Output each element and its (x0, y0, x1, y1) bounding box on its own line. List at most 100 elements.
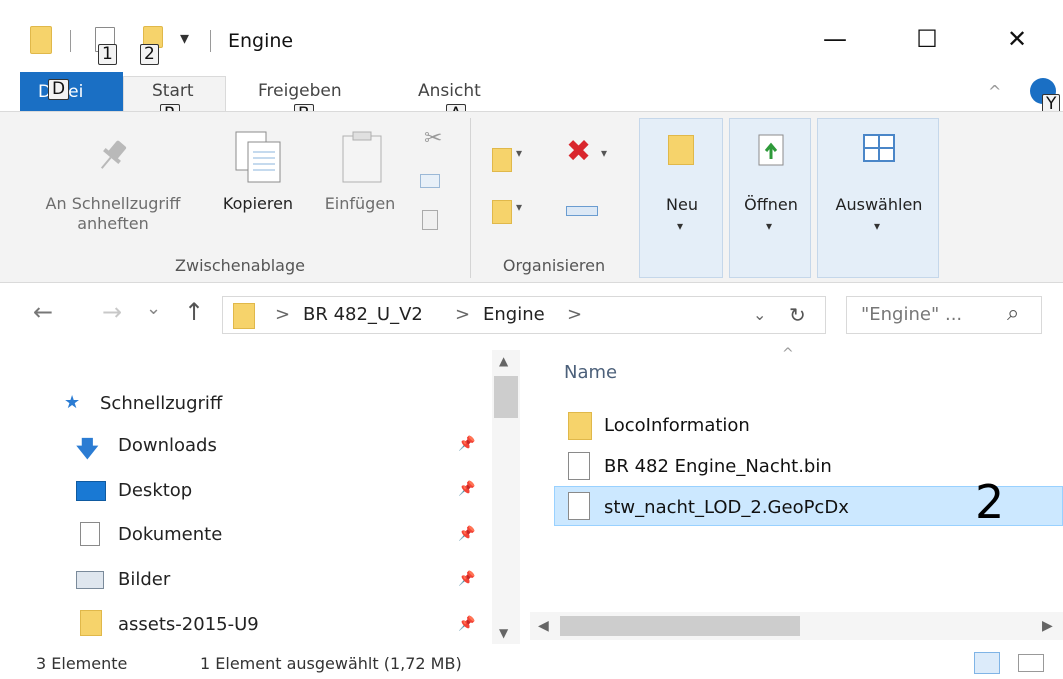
new-folder-icon (668, 135, 694, 165)
back-button[interactable]: ← (33, 298, 53, 326)
pin-icon[interactable]: 📌 (458, 571, 475, 587)
search-icon: ⌕ (1007, 301, 1020, 326)
title-bar: 1 2 ▾ Engine — ☐ ✕ (0, 0, 1063, 72)
close-button[interactable]: ✕ (997, 24, 1037, 54)
move-to-dropdown-icon[interactable]: ▾ (516, 146, 522, 160)
folder-icon (30, 26, 52, 54)
rename-icon[interactable] (566, 206, 598, 216)
paste-icon (342, 131, 382, 183)
selection-info: 1 Element ausgewählt (1,72 MB) (200, 654, 462, 673)
new-button[interactable]: Neu ▾ (639, 118, 723, 278)
file-item[interactable]: LocoInformation (604, 414, 750, 438)
file-item[interactable]: BR 482 Engine_Nacht.bin (604, 455, 832, 479)
ribbon-group-divider (470, 118, 471, 278)
tab-file[interactable]: Datei (20, 72, 123, 112)
nav-scrollbar[interactable]: ▲ ▼ (492, 350, 520, 644)
column-header-name[interactable]: Name (564, 362, 617, 383)
clipboard-group-label: Zwischenablage (175, 256, 305, 275)
open-button-label: Öffnen (744, 195, 798, 214)
scroll-down-arrow[interactable]: ▼ (499, 626, 508, 640)
copy-to-icon[interactable] (492, 200, 512, 224)
new-dropdown-icon: ▾ (677, 219, 684, 233)
address-history-dropdown[interactable]: ⌄ (753, 305, 766, 324)
desktop-icon (76, 481, 106, 501)
paste-shortcut-icon[interactable] (422, 210, 438, 230)
ribbon: An Schnellzugriff anheften Kopieren Einf… (0, 111, 1063, 283)
customize-toolbar-dropdown[interactable]: ▾ (180, 28, 189, 49)
pin-to-quick-access-button[interactable]: An Schnellzugriff anheften (20, 194, 206, 234)
select-button[interactable]: Auswählen ▾ (817, 118, 939, 278)
status-bar: 3 Elemente 1 Element ausgewählt (1,72 MB… (0, 646, 1063, 679)
folder-icon (568, 412, 592, 440)
copy-button[interactable]: Kopieren (210, 194, 306, 214)
up-button[interactable]: ↑ (184, 298, 204, 326)
nav-item-quick-access[interactable]: Schnellzugriff (100, 392, 222, 416)
nav-item-documents[interactable]: Dokumente (118, 523, 222, 547)
window-title: Engine (228, 30, 294, 52)
delete-icon[interactable]: ✖ (566, 134, 591, 169)
navigation-pane: ★ Schnellzugriff 🡇 Downloads 📌 Desktop 📌… (0, 340, 524, 646)
scrollbar-thumb[interactable] (560, 616, 800, 636)
copy-path-icon[interactable] (420, 174, 440, 188)
details-view-icon[interactable] (974, 652, 1000, 674)
breadcrumb-separator[interactable]: > (567, 297, 582, 333)
search-placeholder: "Engine" ... (861, 304, 963, 325)
nav-item-downloads[interactable]: Downloads (118, 434, 217, 458)
tab-share[interactable]: Freigeben (258, 79, 342, 103)
breadcrumb-item[interactable]: BR 482_U_V2 (303, 297, 423, 333)
nav-item-desktop[interactable]: Desktop (118, 479, 192, 503)
nav-item-pictures[interactable]: Bilder (118, 568, 170, 592)
forward-button[interactable]: → (102, 298, 122, 326)
pin-icon[interactable]: 📌 (458, 616, 475, 632)
tab-start[interactable]: Start (152, 79, 194, 103)
collapse-ribbon-icon[interactable]: ^ (988, 82, 1001, 101)
cut-icon[interactable]: ✂ (424, 126, 442, 151)
copy-icon (235, 131, 281, 183)
move-to-icon[interactable] (492, 148, 512, 172)
open-button[interactable]: Öffnen ▾ (729, 118, 811, 278)
search-input[interactable]: "Engine" ... ⌕ (846, 296, 1042, 334)
maximize-button[interactable]: ☐ (907, 24, 947, 54)
copy-to-dropdown-icon[interactable]: ▾ (516, 200, 522, 214)
breadcrumb-separator[interactable]: > (455, 297, 470, 333)
documents-icon (80, 522, 100, 546)
large-icons-view-icon[interactable] (1018, 654, 1044, 672)
scroll-right-arrow[interactable]: ▶ (1042, 618, 1053, 634)
nav-item-assets[interactable]: assets-2015-U9 (118, 613, 259, 637)
select-all-icon (863, 134, 895, 162)
keytip-file: D (48, 79, 70, 100)
open-dropdown-icon: ▾ (766, 219, 773, 233)
pin-icon[interactable]: 📌 (458, 526, 475, 542)
toolbar-divider (70, 30, 71, 52)
paste-button[interactable]: Einfügen (312, 194, 408, 214)
scroll-up-arrow[interactable]: ▲ (499, 354, 508, 368)
select-button-label: Auswählen (835, 195, 923, 214)
address-bar[interactable]: > BR 482_U_V2 > Engine > ⌄ ↻ (222, 296, 826, 334)
recent-locations-button[interactable]: ⌄ (146, 298, 161, 319)
keytip-2: 2 (140, 44, 159, 65)
open-icon (758, 134, 784, 166)
title-divider (210, 30, 211, 52)
item-count: 3 Elemente (36, 654, 128, 673)
minimize-button[interactable]: — (815, 24, 855, 54)
tab-view[interactable]: Ansicht (418, 79, 481, 103)
breadcrumb-item[interactable]: Engine (483, 297, 545, 333)
annotation-number: 2 (975, 475, 1005, 529)
download-icon: 🡇 (76, 437, 99, 462)
scroll-left-arrow[interactable]: ◀ (538, 618, 549, 634)
breadcrumb-separator[interactable]: > (275, 297, 290, 333)
scrollbar-thumb[interactable] (494, 376, 518, 418)
folder-icon (80, 610, 102, 636)
pin-icon[interactable]: 📌 (458, 436, 475, 452)
pin-icon[interactable]: 📌 (458, 481, 475, 497)
delete-dropdown-icon[interactable]: ▾ (601, 146, 607, 160)
new-button-label: Neu (666, 195, 698, 214)
file-icon (568, 492, 590, 520)
file-icon (568, 452, 590, 480)
folder-icon (233, 303, 255, 329)
keytip-1: 1 (98, 44, 117, 65)
refresh-icon[interactable]: ↻ (789, 303, 806, 327)
organize-group-label: Organisieren (502, 256, 606, 275)
horizontal-scrollbar[interactable]: ◀ ▶ (530, 612, 1063, 640)
file-item[interactable]: stw_nacht_LOD_2.GeoPcDx (604, 496, 849, 520)
